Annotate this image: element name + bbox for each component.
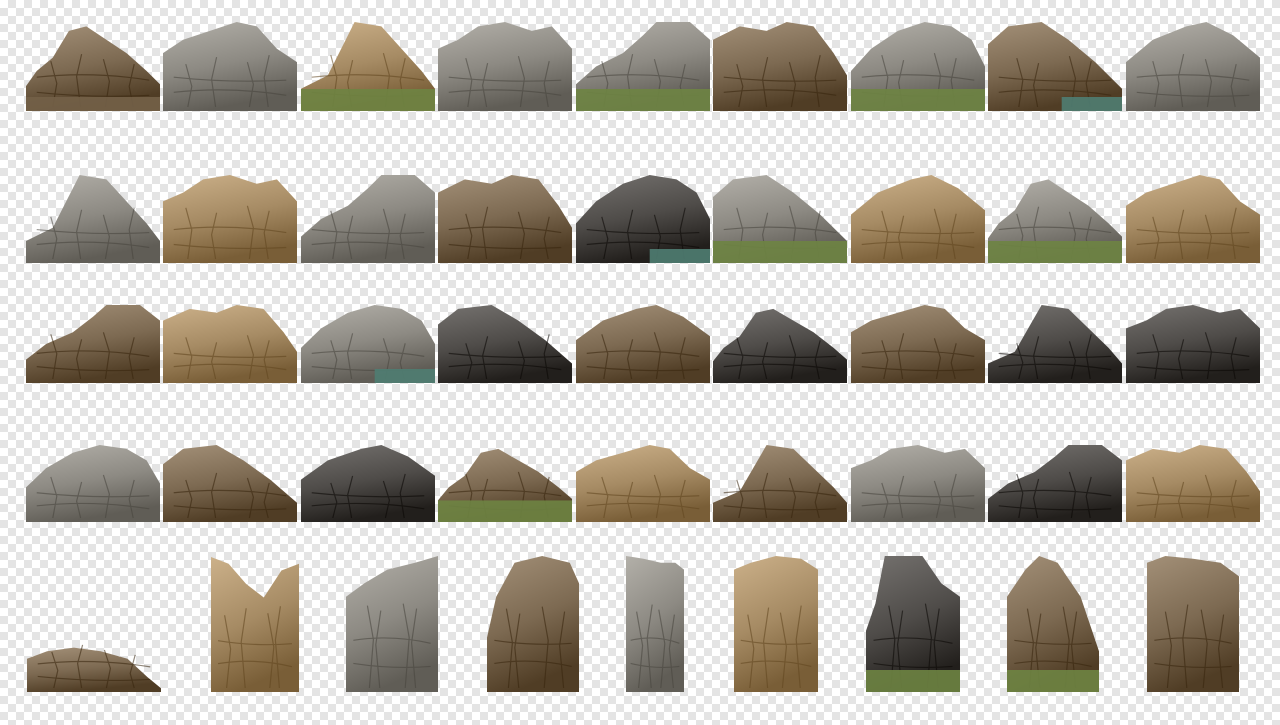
rock-grid	[26, 22, 1260, 692]
rock-cutout-r4-c4	[438, 448, 572, 522]
rock-body	[26, 175, 160, 263]
water-patch	[649, 249, 710, 263]
rock-body	[1126, 22, 1260, 111]
rock-cutout-r5-c4	[487, 556, 579, 692]
rock-cutout-r2-c1	[26, 175, 160, 263]
rock-cutout-r4-c8	[988, 445, 1122, 522]
rock-body	[626, 556, 684, 692]
grass-patch	[713, 241, 847, 263]
rock-body	[26, 445, 160, 522]
rock-cutout-r4-c2	[163, 445, 297, 522]
rock-cutout-r4-c6	[713, 445, 847, 522]
rock-cutout-r1-c4	[438, 22, 572, 111]
rock-body	[163, 305, 297, 383]
rock-body	[713, 308, 847, 383]
rock-cutout-r5-c9	[1147, 556, 1239, 692]
water-patch	[374, 369, 435, 383]
grass-patch	[988, 241, 1122, 263]
rock-cutout-r1-c7	[851, 22, 985, 111]
rock-cutout-r2-c6	[713, 175, 847, 263]
rock-cutout-r4-c1	[26, 445, 160, 522]
rock-cutout-r1-c9	[1126, 22, 1260, 111]
rock-cutout-r4-c9	[1126, 445, 1260, 522]
grass-patch	[438, 500, 572, 522]
rock-cutout-r5-c7	[866, 556, 960, 692]
rock-cutout-r3-c6	[713, 308, 847, 383]
rock-body	[438, 175, 572, 263]
rock-cutout-r2-c9	[1126, 175, 1260, 263]
rock-cutout-r4-c5	[576, 445, 710, 522]
rock-body	[851, 175, 985, 263]
rock-body	[438, 22, 572, 111]
rock-cutout-r4-c7	[851, 445, 985, 522]
rock-cutout-r3-c2	[163, 305, 297, 383]
rock-body	[1147, 556, 1239, 692]
rock-body	[163, 445, 297, 522]
rock-cutout-r5-c8	[1007, 556, 1099, 692]
rock-body	[713, 445, 847, 522]
rock-body	[988, 445, 1122, 522]
rock-cutout-sheet	[0, 0, 1280, 720]
rock-body	[26, 305, 160, 383]
rock-cutout-r4-c3	[301, 445, 435, 522]
rock-cutout-r1-c8	[988, 22, 1122, 111]
rock-body	[851, 445, 985, 522]
rock-cutout-r2-c5	[576, 175, 710, 263]
grass-patch	[851, 89, 985, 111]
rock-body	[301, 175, 435, 263]
rock-body	[211, 557, 299, 692]
rock-body	[346, 556, 438, 692]
rock-body	[27, 647, 161, 692]
rock-cutout-r3-c8	[988, 305, 1122, 383]
rock-body	[163, 175, 297, 263]
rock-cutout-r5-c3	[346, 556, 438, 692]
rock-cutout-r2-c8	[988, 179, 1122, 263]
rock-body	[1126, 305, 1260, 383]
grass-patch	[301, 89, 435, 111]
grass-patch	[866, 670, 960, 692]
rock-cutout-r1-c5	[576, 22, 710, 111]
rock-cutout-r1-c3	[301, 22, 435, 111]
rock-body	[734, 556, 818, 692]
rock-body	[576, 445, 710, 522]
rock-body	[576, 305, 710, 383]
rock-cutout-r3-c4	[438, 305, 572, 383]
rock-cutout-r1-c1	[26, 26, 160, 111]
rock-cutout-r5-c1	[27, 644, 161, 692]
rock-cutout-r3-c3	[301, 305, 435, 383]
rock-body	[1126, 445, 1260, 522]
rock-body	[713, 22, 847, 111]
rock-cutout-r5-c6	[734, 556, 818, 692]
rock-cutout-r1-c2	[163, 22, 297, 111]
water-patch	[1061, 97, 1122, 111]
rock-body	[438, 305, 572, 383]
rock-cutout-r3-c9	[1126, 305, 1260, 383]
rock-cutout-r1-c6	[713, 22, 847, 111]
rock-body	[851, 305, 985, 383]
dirt-patch	[26, 97, 160, 111]
rock-body	[988, 305, 1122, 383]
rock-body	[163, 22, 297, 111]
rock-cutout-r2-c3	[301, 175, 435, 263]
rock-cutout-r5-c5	[626, 556, 684, 692]
grass-patch	[1007, 670, 1099, 692]
rock-body	[487, 556, 579, 692]
rock-body	[301, 445, 435, 522]
rock-body	[1126, 175, 1260, 263]
rock-cutout-r3-c1	[26, 305, 160, 383]
rock-cutout-r3-c7	[851, 305, 985, 383]
grass-patch	[576, 89, 710, 111]
rock-cutout-r5-c2	[211, 557, 299, 692]
rock-cutout-r3-c5	[576, 305, 710, 383]
rock-cutout-r2-c2	[163, 175, 297, 263]
rock-cutout-r2-c7	[851, 175, 985, 263]
rock-cutout-r2-c4	[438, 175, 572, 263]
